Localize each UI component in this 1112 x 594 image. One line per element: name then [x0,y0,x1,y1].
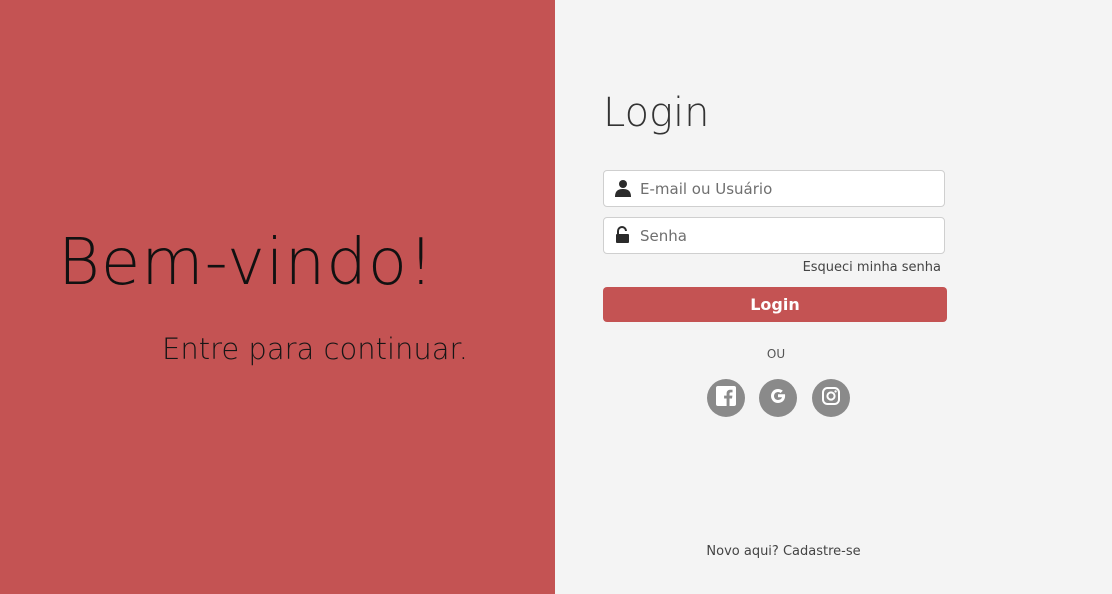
password-input[interactable] [640,218,936,253]
facebook-login-button[interactable] [707,379,745,417]
facebook-icon [716,386,736,410]
user-icon [614,179,632,197]
login-title: Login [603,90,710,136]
instagram-login-button[interactable] [812,379,850,417]
email-field[interactable] [603,170,945,207]
google-login-button[interactable] [759,379,797,417]
login-panel: Login Esqueci minha senha Login OU [555,0,1112,594]
password-field[interactable] [603,217,945,254]
or-divider: OU [766,347,786,361]
google-icon [768,386,788,410]
unlock-icon [614,226,632,244]
forgot-password-link[interactable]: Esqueci minha senha [555,260,941,275]
welcome-subtitle: Entre para continuar. [162,332,469,366]
welcome-panel: Bem-vindo! Entre para continuar. [0,0,555,594]
welcome-title: Bem-vindo! [58,226,435,300]
email-input[interactable] [640,171,936,206]
instagram-icon [821,386,841,410]
login-button[interactable]: Login [603,287,947,322]
signup-link[interactable]: Novo aqui? Cadastre-se [555,544,1012,559]
